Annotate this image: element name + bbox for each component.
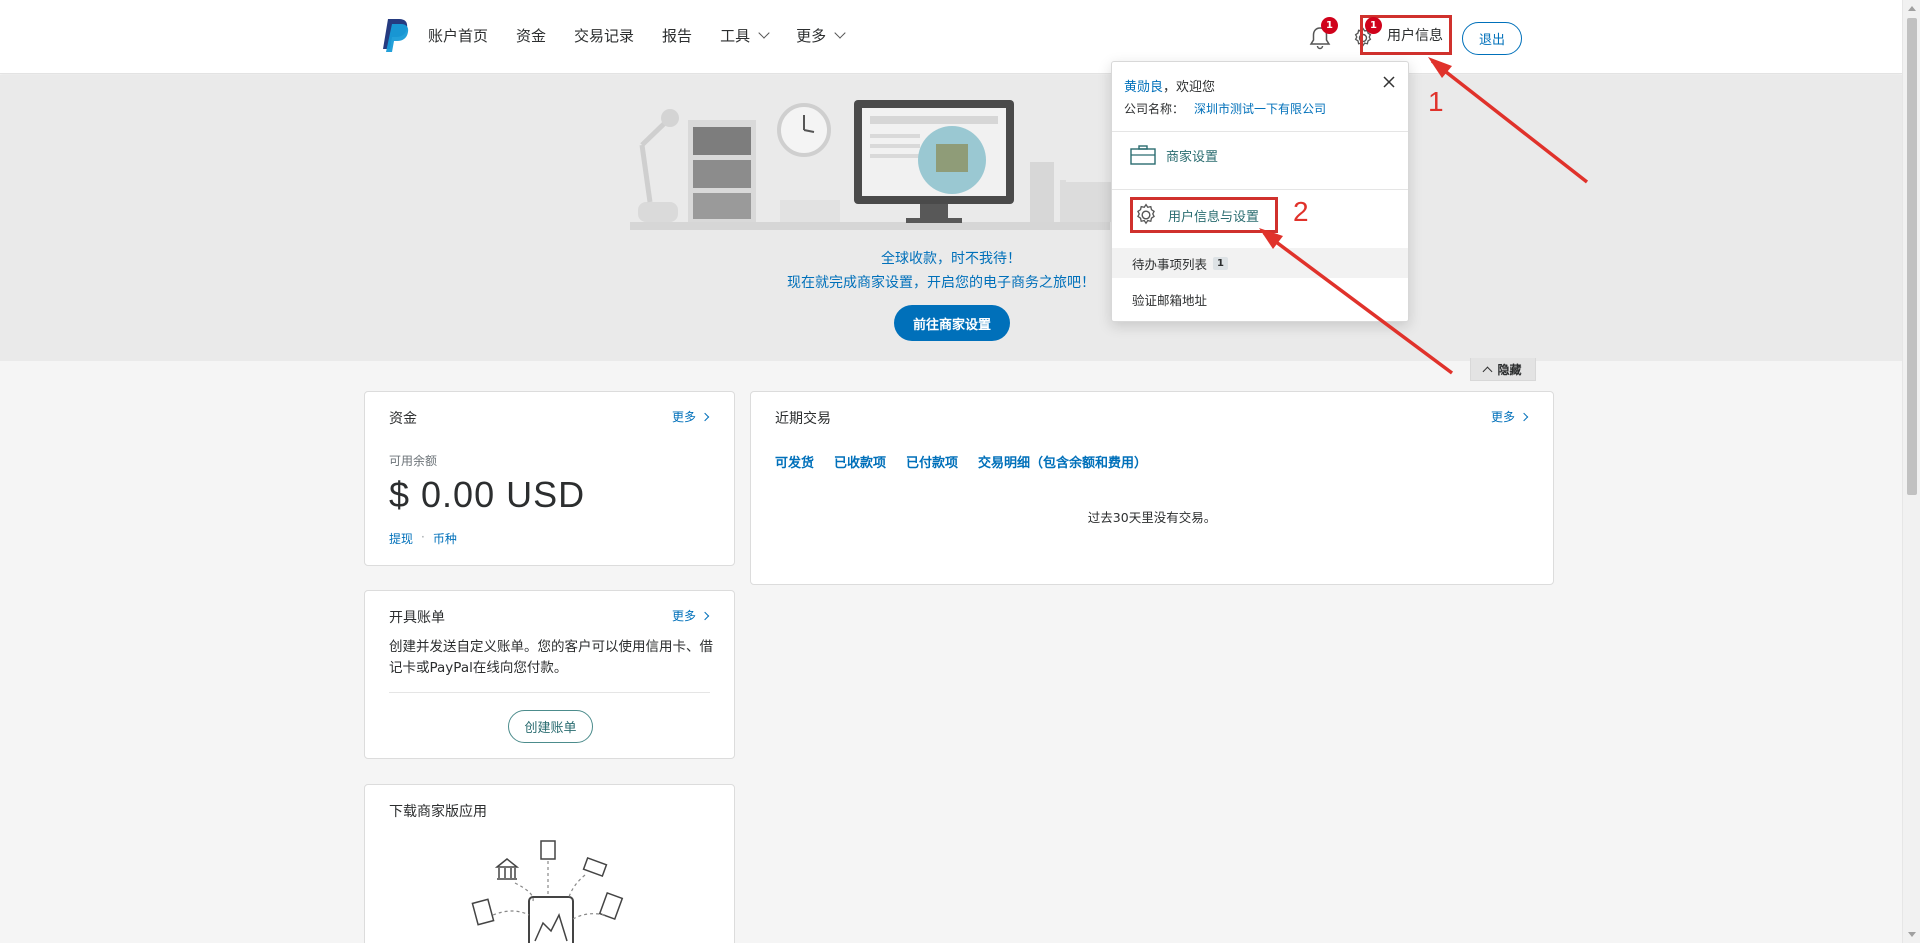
paypal-logo[interactable] bbox=[381, 18, 411, 52]
main-nav: 账户首页 资金 交易记录 报告 工具 更多 bbox=[428, 25, 872, 46]
tab-received[interactable]: 已收款项 bbox=[834, 452, 886, 471]
merchant-app-card: 下载商家版应用 bbox=[364, 784, 735, 943]
divider bbox=[1112, 131, 1408, 132]
card-title: 下载商家版应用 bbox=[389, 804, 487, 820]
transactions-more-link[interactable]: 更多 bbox=[1491, 408, 1529, 425]
tab-paid[interactable]: 已付款项 bbox=[906, 452, 958, 471]
chevron-down-icon bbox=[758, 27, 770, 39]
chevron-up-icon bbox=[1483, 366, 1493, 376]
withdraw-link[interactable]: 提现 bbox=[389, 530, 413, 547]
annotation-step-2: 2 bbox=[1293, 196, 1309, 227]
scroll-thumb[interactable] bbox=[1907, 18, 1917, 495]
chevron-right-icon bbox=[700, 611, 710, 620]
nav-more[interactable]: 更多 bbox=[796, 25, 846, 46]
merchant-settings-item[interactable]: 商家设置 bbox=[1130, 145, 1218, 165]
nav-tools[interactable]: 工具 bbox=[720, 25, 770, 46]
available-balance-label: 可用余额 bbox=[389, 454, 438, 468]
chevron-down-icon bbox=[834, 27, 846, 39]
settings-badge: 1 bbox=[1365, 17, 1382, 34]
close-icon[interactable] bbox=[1382, 75, 1396, 89]
invoice-more-link[interactable]: 更多 bbox=[672, 607, 710, 624]
create-invoice-button[interactable]: 创建账单 bbox=[508, 710, 593, 743]
office-illustration bbox=[630, 100, 1120, 230]
user-name: 黄勋良 bbox=[1124, 80, 1164, 95]
briefcase-icon bbox=[1130, 145, 1156, 165]
nav-reports[interactable]: 报告 bbox=[662, 25, 692, 46]
logout-button[interactable]: 退出 bbox=[1462, 22, 1522, 55]
user-settings-highlight bbox=[1130, 197, 1278, 233]
chevron-right-icon bbox=[1519, 412, 1529, 421]
funds-card: 资金 更多 可用余额 $ 0.00 USD 提现 · 币种 bbox=[364, 391, 735, 566]
recent-transactions-card: 近期交易 更多 可发货 已收款项 已付款项 交易明细（包含余额和费用） 过去30… bbox=[750, 391, 1554, 585]
link-separator: · bbox=[421, 530, 425, 544]
top-navbar: 账户首页 资金 交易记录 报告 工具 更多 1 用户信息 1 退出 bbox=[0, 0, 1902, 74]
fund-links: 提现 · 币种 bbox=[389, 530, 457, 547]
user-greeting: 黄勋良，欢迎您 bbox=[1124, 80, 1216, 95]
balance-amount: $ 0.00 USD bbox=[389, 474, 586, 515]
empty-transactions-message: 过去30天里没有交易。 bbox=[1087, 510, 1217, 525]
hero-headline: 全球收款，时不我待！ bbox=[881, 251, 1021, 267]
hero-banner: 全球收款，时不我待！ 现在就完成商家设置，开启您的电子商务之旅吧！ 前往商家设置 bbox=[0, 75, 1902, 361]
invoice-card: 开具账单 更多 创建并发送自定义账单。您的客户可以使用信用卡、借记卡或PayPa… bbox=[364, 590, 735, 759]
scroll-down-arrow[interactable] bbox=[1908, 932, 1916, 937]
nav-funds[interactable]: 资金 bbox=[516, 25, 546, 46]
annotation-step-1: 1 bbox=[1428, 86, 1444, 117]
company-name: 公司名称： 深圳市测试一下有限公司 bbox=[1124, 102, 1327, 116]
scroll-up-arrow[interactable] bbox=[1908, 6, 1916, 11]
card-title: 开具账单 bbox=[389, 610, 445, 626]
app-illustration bbox=[471, 840, 624, 943]
hero-subline: 现在就完成商家设置，开启您的电子商务之旅吧！ bbox=[787, 275, 1095, 291]
user-info-dropdown: 黄勋良，欢迎您 公司名称： 深圳市测试一下有限公司 商家设置 用户信息与设置 待办… bbox=[1111, 61, 1409, 322]
transaction-filter-tabs: 可发货 已收款项 已付款项 交易明细（包含余额和费用） bbox=[775, 452, 1147, 471]
go-merchant-setup-button[interactable]: 前往商家设置 bbox=[894, 305, 1010, 341]
todo-count-badge: 1 bbox=[1213, 256, 1228, 270]
card-title: 资金 bbox=[389, 411, 417, 427]
page-scrollbar[interactable] bbox=[1902, 0, 1920, 943]
tab-ready-to-ship[interactable]: 可发货 bbox=[775, 452, 814, 471]
hide-banner-toggle[interactable]: 隐藏 bbox=[1470, 358, 1536, 381]
verify-email-item[interactable]: 验证邮箱地址 bbox=[1132, 290, 1207, 309]
divider bbox=[1112, 189, 1408, 190]
tab-transaction-details[interactable]: 交易明细（包含余额和费用） bbox=[978, 452, 1147, 471]
divider bbox=[389, 692, 710, 693]
card-title: 近期交易 bbox=[775, 411, 831, 427]
nav-transactions[interactable]: 交易记录 bbox=[574, 25, 634, 46]
nav-account-home[interactable]: 账户首页 bbox=[428, 25, 488, 46]
notification-badge: 1 bbox=[1321, 17, 1338, 34]
chevron-right-icon bbox=[700, 412, 710, 421]
currency-link[interactable]: 币种 bbox=[433, 530, 457, 547]
todo-list-header: 待办事项列表 1 bbox=[1112, 248, 1408, 278]
invoice-description: 创建并发送自定义账单。您的客户可以使用信用卡、借记卡或PayPal在线向您付款。 bbox=[389, 639, 713, 676]
funds-more-link[interactable]: 更多 bbox=[672, 408, 710, 425]
